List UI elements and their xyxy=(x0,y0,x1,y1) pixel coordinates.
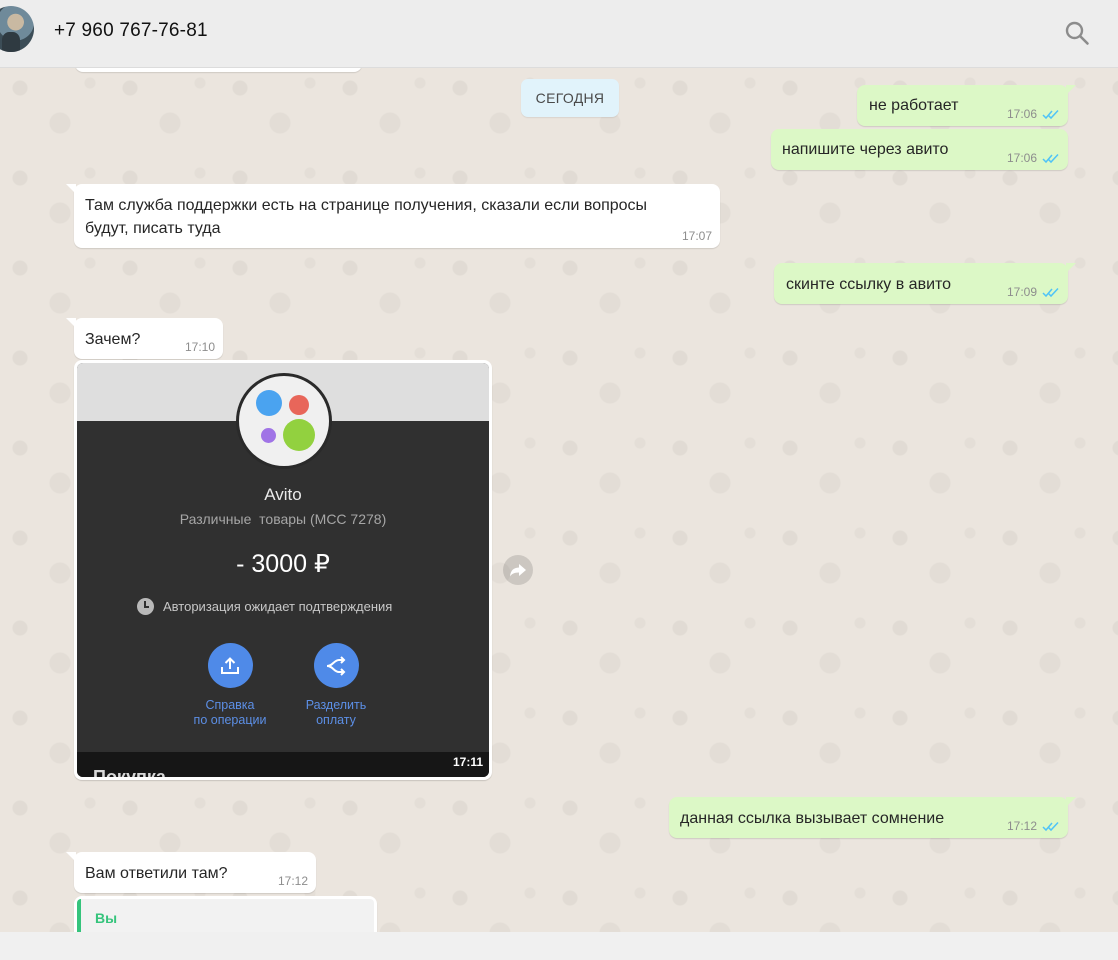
message-time: 17:06 xyxy=(1006,107,1037,121)
message-outgoing[interactable]: не работает 17:06 xyxy=(857,85,1076,126)
message-bubble-partial xyxy=(75,68,362,72)
action-split: Разделить оплату xyxy=(281,643,391,728)
forward-icon xyxy=(510,564,526,577)
message-time: 17:06 xyxy=(1006,151,1037,165)
message-outgoing[interactable]: данная ссылка вызывает сомнение 17:12 xyxy=(669,797,1076,838)
message-incoming-partial[interactable]: Вы xyxy=(74,896,377,932)
split-icon xyxy=(326,655,346,676)
reply-quote-author: Вы xyxy=(95,910,118,926)
message-time: 17:12 xyxy=(1006,819,1037,833)
chat-panel[interactable]: СЕГОДНЯ не работает 17:06 напишите через… xyxy=(0,68,1118,932)
message-time: 17:07 xyxy=(681,229,712,243)
message-meta: 17:12 xyxy=(278,874,308,888)
merchant-category: Различные товары (MCC 7278) xyxy=(179,511,387,527)
read-ticks-icon xyxy=(1042,821,1059,831)
message-meta: 17:10 xyxy=(185,340,215,354)
message-meta: 17:07 xyxy=(682,229,712,243)
search-button[interactable] xyxy=(1062,18,1092,48)
message-outgoing[interactable]: скинте ссылку в авито 17:09 xyxy=(774,263,1076,304)
read-ticks-icon xyxy=(1042,153,1059,163)
read-ticks-icon xyxy=(1042,287,1059,297)
message-text: Там служба поддержки есть на странице по… xyxy=(85,197,648,237)
message-time: 17:12 xyxy=(277,874,308,888)
forward-button[interactable] xyxy=(503,555,533,585)
payment-status-text: Авторизация ожидает подтверждения xyxy=(163,599,393,614)
payment-status: Авторизация ожидает подтверждения xyxy=(137,598,392,615)
payment-screenshot[interactable]: Avito Различные товары (MCC 7278) - 3000… xyxy=(77,363,489,777)
avito-logo xyxy=(236,373,332,469)
payment-amount: - 3000 ₽ xyxy=(236,550,330,578)
message-time: 17:10 xyxy=(184,340,215,354)
message-outgoing[interactable]: напишите через авито 17:06 xyxy=(771,129,1068,170)
screenshot-bottom-text: Покупка xyxy=(93,767,166,777)
logo-dot xyxy=(289,395,309,415)
message-incoming[interactable]: Вам ответили там? 17:12 xyxy=(66,852,316,893)
search-icon xyxy=(1065,21,1089,45)
reply-quote[interactable]: Вы xyxy=(77,899,374,932)
avatar[interactable] xyxy=(0,6,34,52)
message-time: 17:11 xyxy=(452,755,483,769)
logo-dot xyxy=(261,428,276,443)
message-incoming[interactable]: Зачем? 17:10 xyxy=(66,318,223,359)
message-incoming[interactable]: Там служба поддержки есть на странице по… xyxy=(66,184,720,248)
clock-icon xyxy=(137,598,154,615)
date-divider: СЕГОДНЯ xyxy=(521,79,619,117)
read-ticks-icon xyxy=(1042,109,1059,119)
action-receipt: Справка по операции xyxy=(175,643,285,728)
logo-dot xyxy=(283,419,315,451)
merchant-name: Avito xyxy=(264,485,302,504)
contact-name[interactable]: +7 960 767-76-81 xyxy=(54,20,208,42)
logo-dot xyxy=(256,390,282,416)
image-message[interactable]: Avito Различные товары (MCC 7278) - 3000… xyxy=(74,360,492,780)
message-meta: 17:06 xyxy=(1007,107,1060,121)
message-time: 17:09 xyxy=(1006,285,1037,299)
composer-bar xyxy=(0,932,1118,960)
chat-header: +7 960 767-76-81 xyxy=(0,0,1118,68)
upload-icon xyxy=(221,656,239,674)
message-meta: 17:06 xyxy=(1007,151,1060,165)
message-meta: 17:12 xyxy=(1007,819,1060,833)
message-meta: 17:09 xyxy=(1007,285,1060,299)
